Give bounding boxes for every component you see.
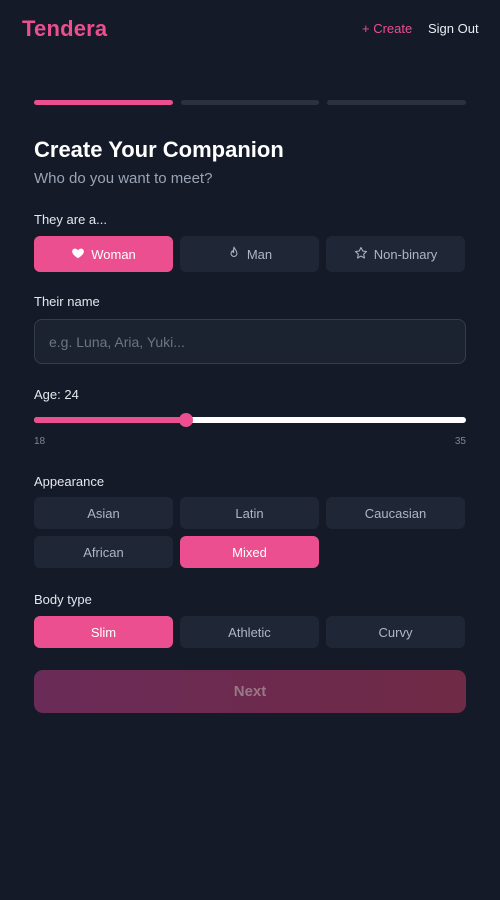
progress-step-1 bbox=[34, 100, 173, 105]
create-link[interactable]: + Create bbox=[362, 21, 412, 36]
appearance-label: Appearance bbox=[34, 474, 105, 489]
gender-option-non-binary[interactable]: Non-binary bbox=[326, 236, 465, 272]
page-subtitle: Who do you want to meet? bbox=[34, 170, 213, 187]
page-title: Create Your Companion bbox=[34, 137, 284, 162]
flame-icon bbox=[227, 246, 241, 263]
appearance-option-latin[interactable]: Latin bbox=[180, 497, 319, 529]
gender-option-man[interactable]: Man bbox=[180, 236, 319, 272]
next-button[interactable]: Next bbox=[34, 670, 466, 713]
appearance-option-asian[interactable]: Asian bbox=[34, 497, 173, 529]
appearance-options-row-1: Asian Latin Caucasian bbox=[34, 497, 466, 529]
star-icon bbox=[354, 246, 368, 263]
app-logo[interactable]: Tendera bbox=[22, 16, 107, 42]
appearance-option-african[interactable]: African bbox=[34, 536, 173, 568]
app-header: Tendera + Create Sign Out bbox=[0, 0, 500, 58]
appearance-option-mixed[interactable]: Mixed bbox=[180, 536, 319, 568]
step-progress bbox=[34, 100, 467, 106]
body-type-option-slim[interactable]: Slim bbox=[34, 616, 173, 648]
appearance-options-row-2: African Mixed bbox=[34, 536, 466, 568]
slider-thumb[interactable] bbox=[179, 413, 193, 427]
heart-icon bbox=[71, 246, 85, 263]
appearance-option-caucasian[interactable]: Caucasian bbox=[326, 497, 465, 529]
gender-label: They are a... bbox=[34, 212, 107, 227]
gender-options: Woman Man Non-binary bbox=[34, 236, 466, 272]
age-slider[interactable] bbox=[34, 413, 466, 427]
gender-option-woman[interactable]: Woman bbox=[34, 236, 173, 272]
body-type-option-athletic[interactable]: Athletic bbox=[180, 616, 319, 648]
body-type-options: Slim Athletic Curvy bbox=[34, 616, 466, 648]
gender-option-label: Man bbox=[246, 246, 273, 262]
name-input[interactable] bbox=[34, 319, 466, 364]
age-max-label: 35 bbox=[454, 436, 466, 447]
slider-fill bbox=[34, 417, 186, 423]
gender-option-label: Non-binary bbox=[373, 246, 438, 262]
body-type-label: Body type bbox=[34, 592, 92, 607]
progress-step-2 bbox=[180, 100, 320, 105]
progress-step-3 bbox=[327, 100, 467, 105]
name-label: Their name bbox=[34, 294, 100, 309]
age-min-label: 18 bbox=[34, 436, 46, 447]
body-type-option-curvy[interactable]: Curvy bbox=[326, 616, 465, 648]
sign-out-link[interactable]: Sign Out bbox=[428, 21, 479, 36]
gender-option-label: Woman bbox=[91, 246, 136, 262]
age-label: Age: 24 bbox=[34, 387, 79, 402]
